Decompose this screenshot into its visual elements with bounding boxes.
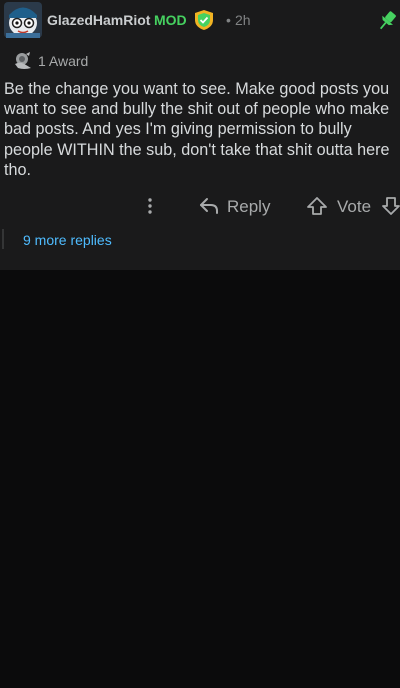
reply-label: Reply [227,197,271,216]
more-replies-link[interactable]: 9 more replies [23,232,112,248]
reply-arrow-icon [200,198,218,214]
mod-shield-icon [195,10,213,30]
thread-line [2,229,4,249]
award-count: 1 Award [38,53,89,69]
comment-card: GlazedHamRiot MOD • 2h 1 Award Be the ch… [0,0,400,270]
user-avatar[interactable] [4,2,42,38]
comment-timestamp: 2h [235,12,251,28]
vote-group: Vote [306,194,400,218]
comment-header: GlazedHamRiot MOD • 2h [0,0,400,40]
separator-dot: • [226,12,231,28]
upvote-arrow-icon[interactable] [306,196,328,216]
username[interactable]: GlazedHamRiot [47,12,150,28]
reply-button[interactable]: Reply [198,194,278,218]
vote-label: Vote [337,197,372,216]
pin-icon [379,11,396,30]
comment-body: Be the change you want to see. Make good… [4,80,390,179]
mod-label: MOD [154,12,187,28]
downvote-arrow-icon[interactable] [382,196,400,216]
vertical-ellipsis-icon[interactable] [140,196,160,216]
award-icon [15,52,31,69]
